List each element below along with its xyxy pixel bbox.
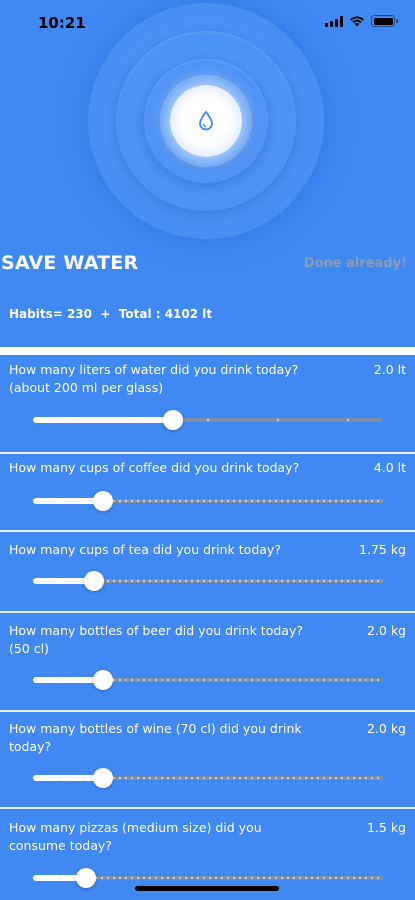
question-value: 2.0 kg [366,721,406,736]
question-text: How many liters of water did you drink t… [9,362,299,395]
question-value: 2.0 lt [373,362,406,377]
slider-thumb[interactable] [84,571,105,591]
question-value: 1.75 kg [359,542,406,557]
status-time: 10:21 [38,14,86,32]
question-value: 4.0 lt [373,460,406,475]
amount-slider[interactable] [33,491,383,511]
habits-summary: Habits= 230 + Total : 4102 lt [9,307,213,321]
slider-ticks [33,777,383,779]
slider-thumb[interactable] [93,768,113,788]
amount-slider[interactable] [33,670,383,690]
amount-slider[interactable] [33,868,383,888]
question-divider [0,452,415,454]
hero-water-graphic [88,3,324,239]
done-already-button[interactable]: Done already! [304,256,407,271]
question-divider [0,530,415,532]
amount-slider[interactable] [33,768,383,788]
amount-slider[interactable] [33,571,383,591]
slider-thumb[interactable] [75,868,96,888]
question-divider [0,611,415,613]
battery-icon [371,15,398,27]
slider-ticks [33,419,383,421]
slider-ticks [33,500,383,502]
page-title: SAVE WATER [1,252,139,274]
question-text: How many cups of coffee did you drink to… [9,460,300,475]
cellular-signal-icon [325,15,343,27]
question-divider [0,710,415,712]
question-divider [0,807,415,809]
question-text: How many cups of tea did you drink today… [9,542,281,557]
slider-thumb[interactable] [93,491,113,511]
wifi-icon [350,16,364,27]
water-drop-icon [199,111,213,131]
slider-thumb[interactable] [163,410,183,430]
amount-slider[interactable] [33,410,383,430]
question-text: How many pizzas (medium size) did you co… [9,820,262,853]
slider-thumb[interactable] [93,670,113,690]
question-value: 2.0 kg [366,623,406,638]
home-indicator[interactable] [135,886,279,891]
status-icons [325,14,398,28]
question-value: 1.5 kg [366,820,406,835]
slider-ticks [33,679,383,681]
question-text: How many bottles of wine (70 cl) did you… [9,721,302,754]
question-text: How many bottles of beer did you drink t… [9,623,303,656]
section-divider [0,347,415,355]
